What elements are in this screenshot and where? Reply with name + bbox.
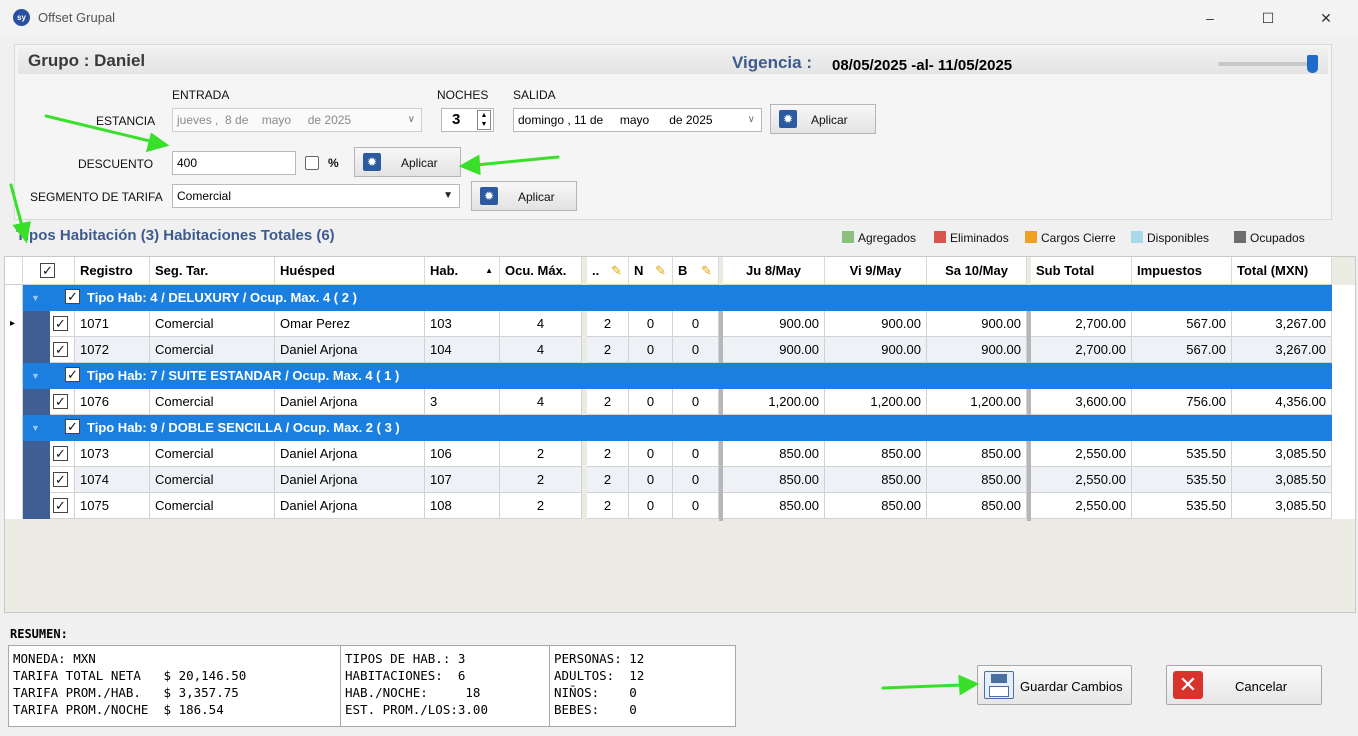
arrow-line [9,183,24,228]
arrow-head [145,132,170,153]
arrow-line [881,683,964,690]
arrow-head [12,221,31,244]
arrow-line [474,155,560,167]
arrow-head [958,674,980,696]
annotation-arrows [9,114,980,696]
arrow-head [458,154,481,176]
arrow-line [44,114,156,144]
